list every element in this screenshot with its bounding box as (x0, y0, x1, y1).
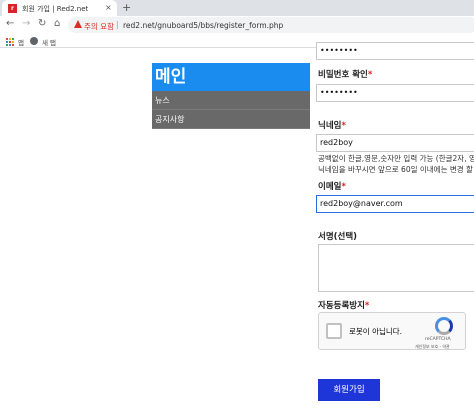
tab-bar: r 회원 가입 | Red2.net × + (0, 0, 474, 16)
captcha-label: 자동등록방지* (318, 301, 370, 311)
browser-tab[interactable]: r 회원 가입 | Red2.net × (2, 0, 117, 16)
new-tab-button[interactable]: + (122, 1, 131, 14)
page-content: 메인 뉴스 공지사항 •••••••• 비밀번호 확인* •••••••• 닉네… (0, 42, 474, 410)
bookmark-new-tab[interactable]: 새 탭 (42, 37, 56, 47)
password-confirm-field[interactable]: •••••••• (316, 84, 474, 102)
register-button[interactable]: 회원가입 (318, 379, 380, 401)
forward-icon[interactable]: → (22, 18, 30, 29)
recaptcha-links[interactable]: 개인정보 보호 - 약관 (415, 344, 450, 350)
nickname-help: 닉네임을 바꾸시면 앞으로 60일 이내에는 변경 할 (318, 165, 473, 174)
password-confirm-label: 비밀번호 확인* (318, 70, 373, 80)
url-separator: | (116, 20, 119, 29)
menu-title[interactable]: 메인 (152, 63, 310, 91)
site-favicon-icon: r (8, 4, 17, 13)
recaptcha-widget: 로봇이 아닙니다. reCAPTCHA 개인정보 보호 - 약관 (318, 312, 466, 350)
recaptcha-brand: reCAPTCHA (425, 337, 451, 342)
globe-icon (30, 37, 38, 45)
address-bar-row: ← → ↻ ⌂ 주의 요함 | red2.net/gnuboard5/bbs/r… (0, 16, 474, 34)
menu-item-news[interactable]: 뉴스 (152, 91, 310, 110)
home-icon[interactable]: ⌂ (54, 18, 60, 29)
required-mark: * (364, 301, 370, 311)
email-field[interactable]: red2boy@naver.com (316, 195, 474, 213)
password-field[interactable]: •••••••• (316, 42, 474, 60)
tab-title: 회원 가입 | Red2.net (22, 5, 89, 13)
warning-icon (74, 20, 82, 28)
recaptcha-checkbox[interactable] (326, 323, 342, 339)
bookmark-apps[interactable]: 앱 (18, 37, 24, 47)
nickname-label: 닉네임* (318, 121, 346, 131)
email-label: 이메일* (318, 182, 346, 192)
browser-window: r 회원 가입 | Red2.net × + ← → ↻ ⌂ 주의 요함 | r… (0, 0, 474, 410)
menu-item-notice[interactable]: 공지사항 (152, 110, 310, 129)
url-input[interactable]: 주의 요함 | red2.net/gnuboard5/bbs/register_… (68, 17, 474, 33)
apps-grid-icon[interactable] (6, 38, 14, 46)
back-icon[interactable]: ← (6, 18, 14, 29)
required-mark: * (341, 182, 346, 192)
recaptcha-text: 로봇이 아닙니다. (349, 327, 403, 336)
url-text: red2.net/gnuboard5/bbs/register_form.php (123, 21, 284, 30)
close-tab-icon[interactable]: × (105, 3, 112, 12)
required-mark: * (341, 121, 346, 131)
signature-textarea[interactable] (318, 244, 474, 292)
signature-label: 서명(선택) (318, 232, 358, 242)
nickname-help: 공백없이 한글,영문,숫자만 입력 가능 (한글2자, 영 (318, 154, 474, 163)
nickname-field[interactable]: red2boy (316, 134, 474, 152)
side-menu: 메인 뉴스 공지사항 (152, 63, 310, 129)
reload-icon[interactable]: ↻ (38, 18, 46, 29)
security-warning[interactable]: 주의 요함 (84, 21, 114, 32)
recaptcha-logo-icon (435, 317, 453, 335)
required-mark: * (367, 70, 373, 80)
